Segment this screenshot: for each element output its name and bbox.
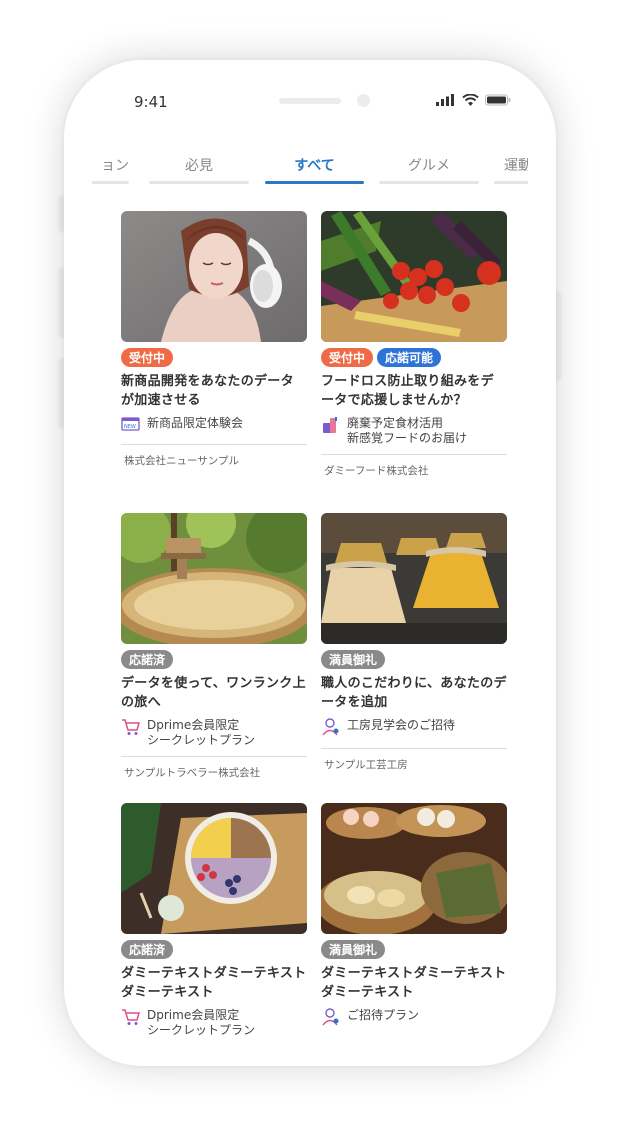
person-icon [321, 718, 341, 740]
wifi-icon [462, 94, 479, 106]
campaign-card[interactable]: 受付中 応諾可能 フードロス防止取り組みをデータで応援しませんか？ 廃棄予定食材… [321, 211, 507, 478]
status-badge: 受付中 [321, 348, 374, 367]
tab-all[interactable]: すべて [265, 152, 364, 188]
status-badge: 満員御礼 [321, 650, 386, 669]
card-title: 新商品開発をあなたのデータが加速させる [121, 374, 294, 408]
card-benefit: NEW 新商品限定体験会 [121, 416, 307, 436]
card-badges: 受付中 応諾可能 [321, 348, 507, 367]
status-badge: 応諾済 [121, 940, 174, 959]
card-title: 職人のこだわりに、あなたのデータを追加 [321, 676, 507, 710]
card-title: データを使って、ワンランク上の旅へ [121, 676, 306, 710]
card-badges: 応諾済 [121, 650, 307, 669]
benefit-text: 新商品限定体験会 [147, 416, 244, 430]
card-image-hot-spring [121, 513, 307, 644]
status-badge: 受付中 [121, 348, 174, 367]
campaign-card[interactable]: 満員御礼 職人のこだわりに、あなたのデータを追加 工房見学会のご招待 サンプル工… [321, 513, 507, 772]
benefit-text: Dprime会員限定 シークレットプラン [147, 718, 256, 747]
benefit-text: 工房見学会のご招待 [347, 718, 456, 732]
card-image-fruit-bowl [121, 803, 307, 934]
card-title: フードロス防止取り組みをデータで応援しませんか？ [321, 374, 494, 408]
benefit-text: Dprime会員限定 シークレットプラン [147, 1008, 256, 1037]
card-image-woman-headphones [121, 211, 307, 342]
campaign-card[interactable]: 受付中 新商品開発をあなたのデータが加速させる NEW 新商品限定体験会 株式会… [121, 211, 307, 468]
company-name: ダミーフード株式会社 [324, 465, 429, 477]
food-delivery-icon [321, 416, 341, 446]
status-time: 9:41 [134, 93, 168, 111]
card-benefit: 廃棄予定食材活用 新感覚フードのお届け [321, 416, 507, 446]
card-badges: 受付中 [121, 348, 307, 367]
card-divider [121, 444, 307, 445]
card-image-pottery [321, 513, 507, 644]
person-icon [321, 1008, 341, 1030]
status-icons [436, 94, 511, 106]
campaign-card[interactable]: 満員御礼 ダミーテキストダミーテキストダミーテキスト ご招待プラン [321, 803, 507, 1030]
campaign-card[interactable]: 応諾済 ダミーテキストダミーテキストダミーテキスト Dprime会員限定 シーク… [121, 803, 307, 1038]
card-badges: 満員御礼 [321, 940, 507, 959]
cart-icon [121, 718, 141, 748]
card-image-vegetables [321, 211, 507, 342]
status-badge: 応諾済 [121, 650, 174, 669]
card-badges: 応諾済 [121, 940, 307, 959]
card-title: ダミーテキストダミーテキストダミーテキスト [121, 966, 307, 1000]
signal-icon [436, 94, 454, 106]
tab-partial-right[interactable]: 運動 [494, 152, 528, 188]
tab-gourmet[interactable]: グルメ [379, 152, 479, 188]
battery-icon [485, 94, 511, 106]
card-title: ダミーテキストダミーテキストダミーテキスト [321, 966, 507, 1000]
card-divider [321, 748, 507, 749]
card-divider [121, 756, 307, 757]
cart-icon [121, 1008, 141, 1038]
card-divider [321, 454, 507, 455]
tab-must-see[interactable]: 必見 [149, 152, 249, 188]
company-name: 株式会社ニューサンプル [124, 455, 239, 467]
card-badges: 満員御礼 [321, 650, 507, 669]
benefit-text: ご招待プラン [347, 1008, 420, 1022]
status-badge: 満員御礼 [321, 940, 386, 959]
card-benefit: Dprime会員限定 シークレットプラン [121, 718, 307, 748]
campaign-card[interactable]: 応諾済 データを使って、ワンランク上の旅へ Dprime会員限定 シークレットプ… [121, 513, 307, 780]
svg-text:NEW: NEW [124, 424, 136, 430]
front-camera [357, 94, 370, 107]
availability-badge: 応諾可能 [377, 348, 442, 367]
card-image-dim-sum [321, 803, 507, 934]
card-benefit: 工房見学会のご招待 [321, 718, 507, 740]
tab-partial-left[interactable]: ョン [92, 152, 129, 188]
card-benefit: ご招待プラン [321, 1008, 507, 1030]
category-tabs: ョン 必見 すべて グルメ 運動 [92, 152, 528, 188]
speaker-grille [279, 98, 341, 104]
phone-frame: 9:41 ョン 必見 すべて グルメ 運動 受付中 新商品開発をあなたのデータが… [64, 60, 556, 1066]
card-benefit: Dprime会員限定 シークレットプラン [121, 1008, 307, 1038]
new-product-icon: NEW [121, 416, 141, 436]
company-name: サンプル工芸工房 [324, 759, 408, 771]
company-name: サンプルトラベラー株式会社 [124, 767, 261, 779]
benefit-text: 廃棄予定食材活用 新感覚フードのお届け [347, 416, 468, 445]
